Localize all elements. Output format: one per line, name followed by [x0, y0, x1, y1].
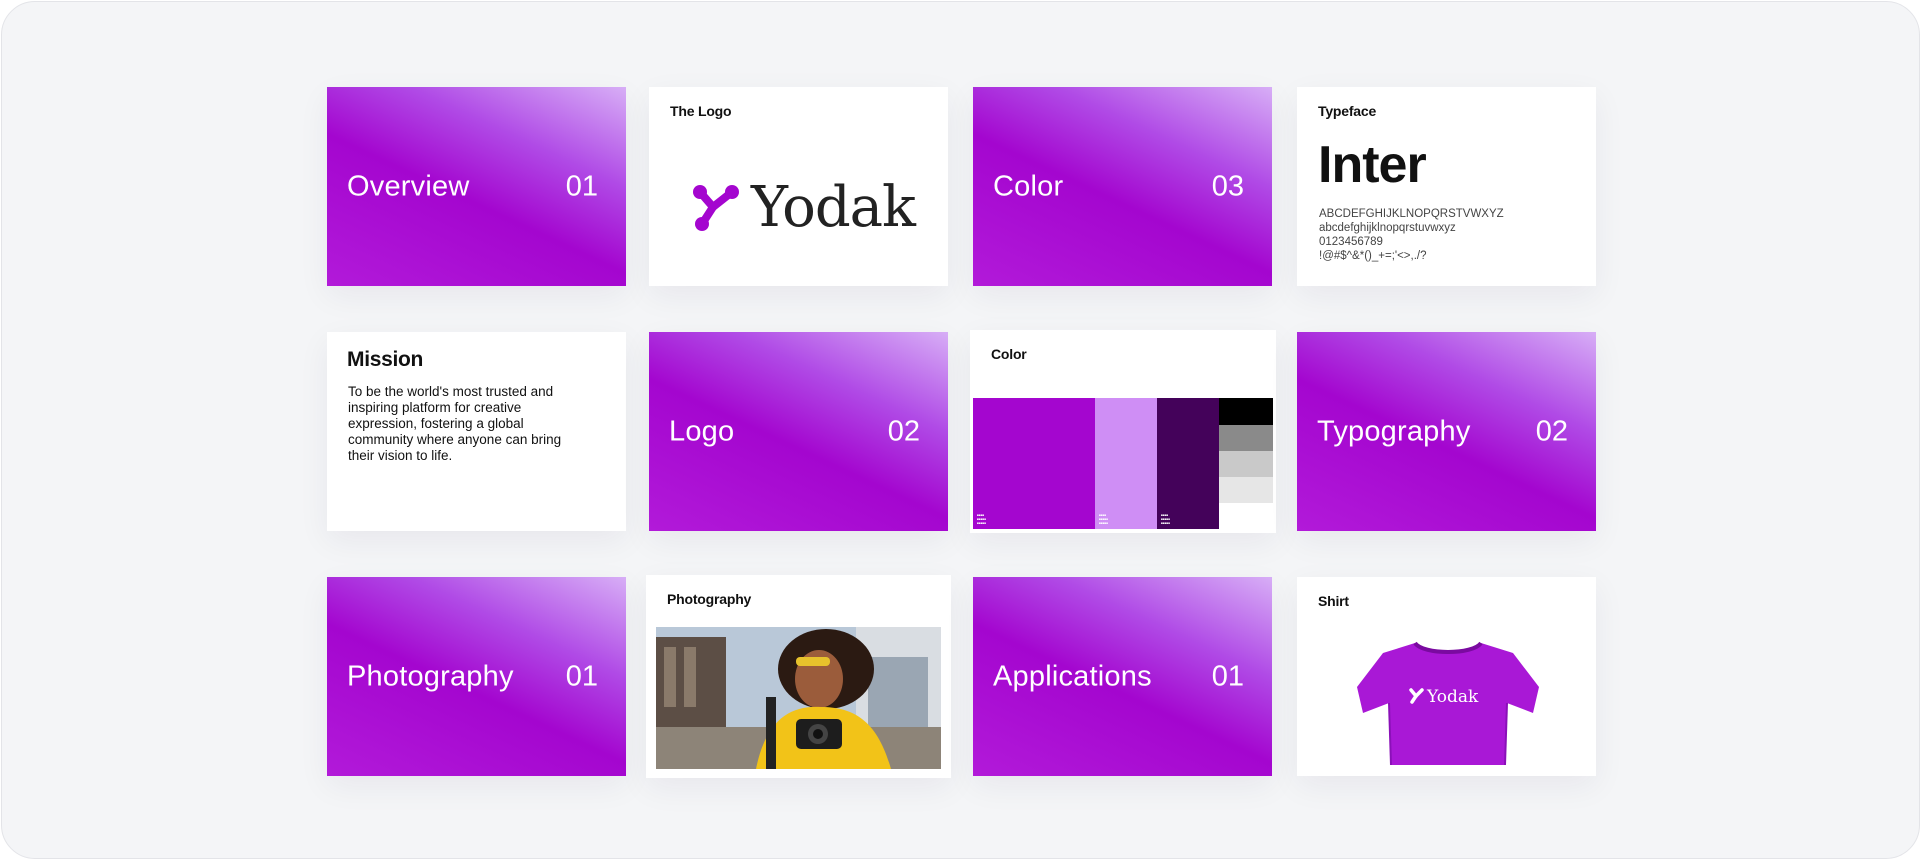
section-title: Logo [669, 415, 735, 447]
mission-title: Mission [347, 348, 424, 371]
digit-glyphs: 0123456789 [1319, 236, 1383, 248]
section-title: Overview [347, 170, 470, 202]
brand-logo: Yodak [691, 175, 916, 240]
lowercase-glyphs: abcdefghijklnopqrstuvwxyz [1319, 222, 1456, 234]
logo-card[interactable]: The Logo Yodak [649, 87, 948, 286]
card-label: Color [991, 346, 1027, 362]
photo-illustration [656, 627, 941, 769]
swatch-gray-dark [1219, 425, 1273, 451]
glyph-specimen: ABCDEFGHIJKLNOPQRSTVWXYZ abcdefghijklnop… [1319, 207, 1504, 263]
typography-section-card[interactable]: Typography 02 [1297, 332, 1596, 531]
typeface-name: Inter [1318, 136, 1427, 194]
card-label: The Logo [670, 103, 732, 119]
swatch-primary: ■■■■ ■■■■■ ■■■■■ [973, 398, 1095, 529]
shirt-card[interactable]: Shirt Yodak [1297, 577, 1596, 776]
canvas: Overview 01 The Logo Yodak Color 03 Type… [1, 1, 1920, 859]
tshirt-image: Yodak [1357, 641, 1539, 766]
mission-text: To be the world's most trusted and inspi… [348, 384, 562, 463]
swatch-light: ■■■■ ■■■■■ ■■■■■ [1095, 398, 1157, 529]
uppercase-glyphs: ABCDEFGHIJKLNOPQRSTVWXYZ [1319, 208, 1504, 220]
swatch-dark: ■■■■ ■■■■■ ■■■■■ [1157, 398, 1219, 529]
section-number: 03 [1211, 170, 1244, 202]
logo-wordmark: Yodak [751, 175, 916, 240]
card-label: Photography [667, 591, 752, 607]
mission-card[interactable]: Mission To be the world's most trusted a… [327, 332, 626, 531]
color-palette-card[interactable]: Color ■■■■ ■■■■■ ■■■■■ ■■■■ ■■■■■ ■■■■■ ■■■■… [970, 330, 1276, 533]
neutral-swatches [1219, 398, 1273, 529]
section-title: Typography [1317, 415, 1471, 447]
shirt-wordmark: Yodak [1426, 687, 1479, 707]
swatch-gray-mid [1219, 451, 1273, 477]
section-title: Applications [993, 660, 1152, 692]
section-title: Photography [347, 660, 514, 692]
overview-card[interactable]: Overview 01 [327, 87, 626, 286]
card-label: Typeface [1318, 103, 1377, 119]
color-section-card[interactable]: Color 03 [973, 87, 1272, 286]
section-number: 01 [1211, 660, 1244, 692]
typeface-card[interactable]: Typeface Inter ABCDEFGHIJKLNOPQRSTVWXYZ … [1297, 87, 1596, 286]
photography-section-card[interactable]: Photography 01 [327, 577, 626, 776]
swatch-black [1219, 398, 1273, 425]
section-number: 01 [565, 170, 598, 202]
swatch-white [1219, 503, 1273, 529]
photo-woman-with-camera [656, 627, 941, 769]
photography-card[interactable]: Photography [646, 575, 951, 778]
card-label: Shirt [1318, 593, 1349, 609]
symbol-glyphs: !@#$^&*()_+=;'<>,./? [1319, 250, 1427, 262]
logo-section-card[interactable]: Logo 02 [649, 332, 948, 531]
section-number: 01 [565, 660, 598, 692]
swatch-gray-light [1219, 477, 1273, 503]
applications-section-card[interactable]: Applications 01 [973, 577, 1272, 776]
section-title: Color [993, 170, 1064, 202]
section-number: 02 [1535, 415, 1568, 447]
section-number: 02 [887, 415, 920, 447]
yodak-mark-icon [693, 184, 739, 231]
shirt-mockup: Yodak [1353, 635, 1543, 775]
